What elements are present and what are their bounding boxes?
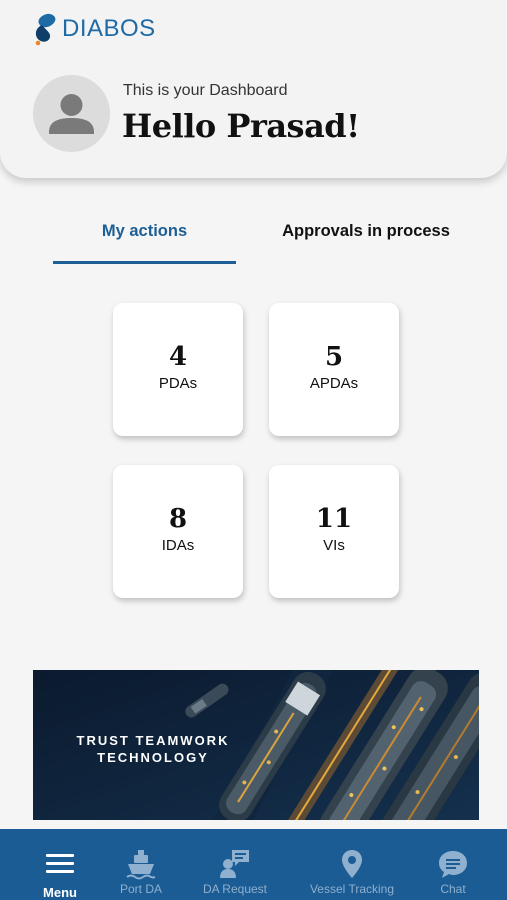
- card-count: 5: [324, 342, 344, 372]
- bottom-navigation: Menu Port DA DA Request Vessel Tracking: [0, 829, 507, 900]
- banner-tagline: TRUST TEAMWORK TECHNOLOGY: [33, 732, 273, 766]
- card-count: 11: [315, 504, 353, 534]
- card-label: IDAs: [161, 537, 195, 554]
- promo-banner[interactable]: TRUST TEAMWORK TECHNOLOGY: [33, 670, 479, 820]
- card-count: 8: [168, 504, 188, 534]
- nav-label: Menu: [43, 885, 77, 900]
- nav-menu[interactable]: Menu: [20, 829, 100, 900]
- banner-line-2: TECHNOLOGY: [97, 750, 209, 765]
- nav-chat[interactable]: Chat: [423, 829, 483, 900]
- tab-my-actions[interactable]: My actions: [53, 222, 236, 264]
- card-idas[interactable]: 8 IDAs: [113, 465, 243, 598]
- nav-da-request[interactable]: DA Request: [192, 829, 278, 900]
- nav-label: DA Request: [202, 882, 268, 896]
- nav-vessel-tracking[interactable]: Vessel Tracking: [302, 829, 402, 900]
- nav-port-da[interactable]: Port DA: [101, 829, 181, 900]
- card-pdas[interactable]: 4 PDAs: [113, 303, 243, 436]
- nav-label: Vessel Tracking: [309, 882, 395, 896]
- dashboard-header: DIABOS This is your Dashboard Hello Pras…: [0, 0, 507, 178]
- dashboard-subtitle: This is your Dashboard: [123, 82, 288, 99]
- nav-label: Chat: [440, 882, 466, 896]
- card-label: PDAs: [158, 375, 198, 392]
- avatar[interactable]: [33, 75, 110, 152]
- nav-label: Port DA: [119, 882, 162, 896]
- greeting-title: Hello Prasad!: [122, 107, 360, 145]
- logo-text: DIABOS: [62, 15, 156, 42]
- location-pin-icon: [342, 850, 362, 878]
- card-vis[interactable]: 11 VIs: [269, 465, 399, 598]
- tab-label: My actions: [101, 222, 188, 240]
- card-apdas[interactable]: 5 APDAs: [269, 303, 399, 436]
- diabos-logo[interactable]: DIABOS: [33, 12, 156, 46]
- tab-label: Approvals in process: [282, 222, 450, 240]
- banner-line-1: TRUST TEAMWORK: [76, 733, 230, 748]
- ship-icon: [126, 850, 156, 880]
- active-tab-indicator: [53, 261, 236, 264]
- card-count: 4: [168, 342, 188, 372]
- chat-person-icon: [220, 850, 249, 878]
- card-label: APDAs: [309, 375, 359, 392]
- tab-approvals-in-process[interactable]: Approvals in process: [276, 222, 456, 264]
- diabos-wave-logo-icon: [35, 13, 56, 46]
- user-placeholder-icon: [49, 94, 94, 134]
- chat-bubble-icon: [439, 851, 467, 878]
- menu-icon: [46, 854, 74, 873]
- card-label: VIs: [323, 537, 345, 554]
